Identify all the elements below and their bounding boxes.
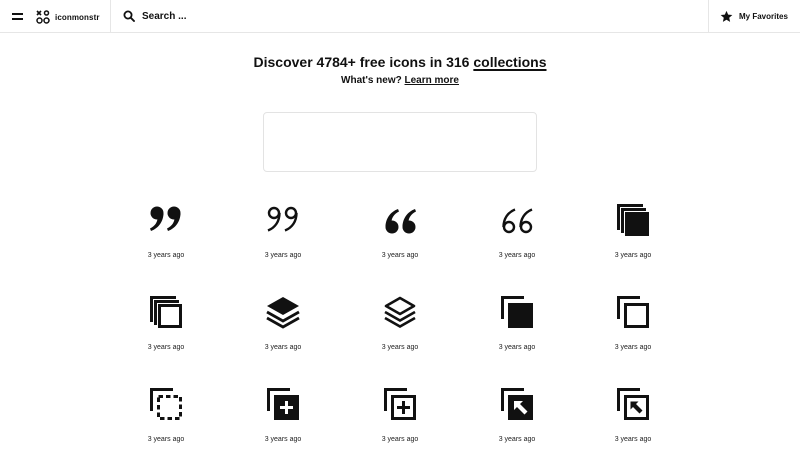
learn-more-link[interactable]: Learn more	[405, 75, 459, 86]
icon-card[interactable]: 3 years ago	[588, 202, 678, 282]
favorites-label: My Favorites	[739, 11, 788, 21]
icon-card[interactable]: 3 years ago	[121, 202, 211, 282]
duplicate-arrow-outline-icon	[617, 388, 649, 420]
page-title: Discover 4784+ free icons in 316 collect…	[0, 54, 800, 70]
duplicate-outline-icon	[617, 296, 649, 328]
header-divider	[708, 0, 709, 33]
icon-card[interactable]: 3 years ago	[238, 386, 328, 450]
icon-card[interactable]: 3 years ago	[472, 386, 562, 450]
header-divider	[110, 0, 111, 33]
collections-link[interactable]: collections	[473, 54, 546, 70]
icon-timestamp: 3 years ago	[498, 252, 536, 259]
icon-timestamp: 3 years ago	[381, 252, 419, 259]
icon-card[interactable]: 3 years ago	[472, 202, 562, 282]
icon-timestamp: 3 years ago	[498, 436, 536, 443]
hamburger-menu-icon[interactable]	[12, 11, 26, 23]
icon-timestamp: 3 years ago	[264, 436, 302, 443]
icon-timestamp: 3 years ago	[498, 344, 536, 351]
icon-card[interactable]: 3 years ago	[355, 386, 445, 450]
duplicate-add-filled-icon	[267, 388, 299, 420]
search-icon[interactable]	[123, 10, 135, 22]
layers-outline-icon	[384, 296, 416, 328]
quote-right-outline-icon	[267, 206, 298, 232]
layers-filled-icon	[266, 297, 300, 329]
quote-left-outline-icon	[502, 208, 533, 234]
top-header: iconmonstr My Favorites	[0, 0, 800, 33]
icon-timestamp: 3 years ago	[614, 344, 652, 351]
duplicate-add-outline-icon	[384, 388, 416, 420]
quote-left-filled-icon	[385, 209, 416, 234]
icon-card[interactable]: 3 years ago	[238, 294, 328, 374]
search-input[interactable]	[142, 8, 442, 25]
duplicate-filled-icon	[501, 296, 533, 328]
copy-filled-icon	[617, 204, 649, 236]
ad-banner[interactable]	[263, 112, 537, 172]
logo-text: iconmonstr	[55, 12, 100, 22]
whats-new-line: What's new? Learn more	[0, 75, 800, 86]
quote-right-filled-icon	[150, 206, 181, 231]
icon-timestamp: 3 years ago	[614, 252, 652, 259]
icon-timestamp: 3 years ago	[147, 344, 185, 351]
title-text: Discover 4784+ free icons in 316	[253, 54, 474, 70]
icon-timestamp: 3 years ago	[614, 436, 652, 443]
icon-card[interactable]: 3 years ago	[355, 294, 445, 374]
iconmonstr-logo-icon	[36, 10, 50, 24]
star-icon	[720, 10, 733, 22]
icon-timestamp: 3 years ago	[381, 436, 419, 443]
icon-card[interactable]: 3 years ago	[588, 386, 678, 450]
icon-card[interactable]: 3 years ago	[472, 294, 562, 374]
icon-timestamp: 3 years ago	[264, 252, 302, 259]
copy-outline-icon	[150, 296, 182, 328]
duplicate-dashed-icon	[150, 388, 182, 420]
icon-card[interactable]: 3 years ago	[355, 202, 445, 282]
icon-card[interactable]: 3 years ago	[121, 294, 211, 374]
whats-new-text: What's new?	[341, 75, 405, 86]
duplicate-arrow-filled-icon	[501, 388, 533, 420]
icon-card[interactable]: 3 years ago	[588, 294, 678, 374]
icon-card[interactable]: 3 years ago	[121, 386, 211, 450]
icon-timestamp: 3 years ago	[147, 436, 185, 443]
icon-timestamp: 3 years ago	[381, 344, 419, 351]
my-favorites-button[interactable]: My Favorites	[720, 8, 788, 24]
icon-timestamp: 3 years ago	[147, 252, 185, 259]
logo-link[interactable]: iconmonstr	[36, 8, 100, 26]
icon-timestamp: 3 years ago	[264, 344, 302, 351]
icon-card[interactable]: 3 years ago	[238, 202, 328, 282]
